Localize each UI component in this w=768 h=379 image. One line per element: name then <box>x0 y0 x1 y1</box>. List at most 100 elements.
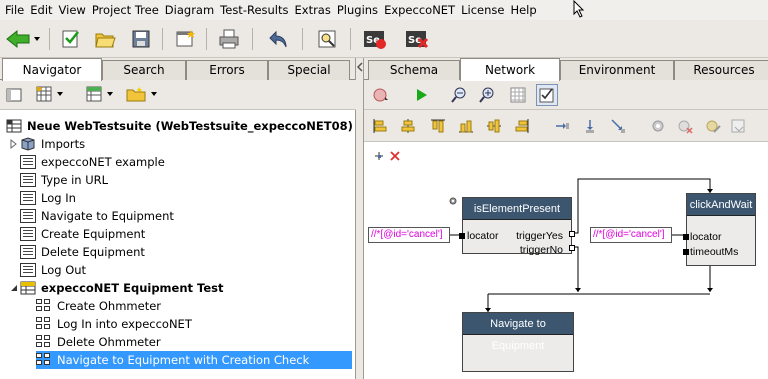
selenium-record-icon[interactable]: Se <box>362 26 388 52</box>
tree-item[interactable]: Log In into expeccoNET <box>36 315 192 333</box>
tree-item[interactable]: Create Equipment <box>20 225 145 243</box>
back-arrow-icon[interactable] <box>4 26 42 52</box>
menu-diagram[interactable]: Diagram <box>163 0 218 20</box>
align-top-icon[interactable] <box>430 118 446 134</box>
node-title: clickAndWait <box>687 194 755 216</box>
menu-file[interactable]: File <box>3 0 28 20</box>
find-icon[interactable] <box>314 26 340 52</box>
tree-item[interactable]: Imports <box>10 135 85 153</box>
tree-item-label: Imports <box>41 137 86 151</box>
align-center-icon[interactable] <box>400 118 416 134</box>
right-tab-bar: Schema Network Environment Resources <box>364 58 768 81</box>
menu-help[interactable]: Help <box>508 0 540 20</box>
tree-item[interactable]: Type in URL <box>20 171 108 189</box>
check-toggle-button[interactable] <box>536 84 558 106</box>
tree-item[interactable]: Delete Ohmmeter <box>36 333 161 351</box>
tab-navigator[interactable]: Navigator <box>2 58 102 81</box>
pin-timeout-ms[interactable]: timeoutMs <box>690 246 738 258</box>
stop-run-icon[interactable] <box>372 87 390 103</box>
run-icon[interactable] <box>414 87 430 103</box>
pin-trigger-no[interactable]: triggerNo <box>520 244 563 256</box>
tree-item-label: Delete Equipment <box>41 245 145 259</box>
tree-item[interactable]: Log In <box>20 189 76 207</box>
tree-item[interactable]: Navigate to Equipment <box>20 207 174 225</box>
locator-constant[interactable]: //*[@id='cancel'] <box>590 227 672 243</box>
new-window-icon[interactable] <box>172 26 198 52</box>
block-icon <box>36 353 52 367</box>
undo-icon[interactable] <box>266 26 292 52</box>
tree-item[interactable]: expeccoNET example <box>20 153 165 171</box>
tree-root[interactable]: Neue WebTestsuite (WebTestsuite_expeccoN… <box>6 117 353 135</box>
menu-edit[interactable]: Edit <box>28 0 56 20</box>
pin-locator[interactable]: locator <box>467 230 499 242</box>
menu-project-tree[interactable]: Project Tree <box>90 0 163 20</box>
panel-toggle-icon[interactable] <box>6 87 22 103</box>
zoom-out-icon[interactable] <box>450 86 468 104</box>
save-disk-icon[interactable] <box>128 26 154 52</box>
distribute-diagonal-icon[interactable] <box>610 118 626 134</box>
block-icon <box>36 335 52 349</box>
zoom-in-icon[interactable] <box>478 86 496 104</box>
folder-menu-icon[interactable] <box>126 86 160 102</box>
tree-item[interactable]: Delete Equipment <box>20 243 145 261</box>
tab-environment[interactable]: Environment <box>560 60 674 80</box>
menu-view[interactable]: View <box>57 0 90 20</box>
tab-search[interactable]: Search <box>102 60 186 80</box>
input-pin-icon[interactable] <box>683 249 689 255</box>
collapse-arrow-icon[interactable] <box>10 283 20 293</box>
grid-toggle-icon[interactable] <box>510 87 526 103</box>
editor-panel: Schema Network Environment Resources //*… <box>364 58 768 379</box>
selenium-stop-icon[interactable]: Se <box>404 26 430 52</box>
tab-resources[interactable]: Resources <box>674 60 768 80</box>
tab-errors[interactable]: Errors <box>186 60 268 80</box>
tree-item[interactable]: Create Ohmmeter <box>36 297 161 315</box>
output-pin-icon[interactable] <box>569 231 575 237</box>
output-pin-icon[interactable] <box>569 245 575 251</box>
menu-extras[interactable]: Extras <box>293 0 335 20</box>
block-icon <box>36 317 52 331</box>
node-click-and-wait[interactable]: clickAndWait locator timeoutMs <box>683 193 756 266</box>
tab-special[interactable]: Special <box>268 60 350 80</box>
menu-expecconet[interactable]: ExpeccoNET <box>382 0 459 20</box>
network-canvas[interactable]: //*[@id='cancel'] //*[@id='cancel'] isEl… <box>364 142 768 379</box>
grid-menu-icon[interactable] <box>36 86 66 102</box>
tree-item[interactable]: Log Out <box>20 261 86 279</box>
menu-test-results[interactable]: Test-Results <box>218 0 292 20</box>
testplan-menu-icon[interactable] <box>86 86 116 102</box>
menu-plugins[interactable]: Plugins <box>335 0 382 20</box>
open-folder-icon[interactable] <box>92 26 118 52</box>
delete-disabled-icon[interactable] <box>676 118 694 134</box>
tree-item[interactable]: expeccoNET Equipment Test <box>10 279 224 297</box>
tab-schema[interactable]: Schema <box>368 60 460 80</box>
distribute-vertical-icon[interactable] <box>582 118 598 134</box>
align-left-icon[interactable] <box>372 118 388 134</box>
tree-item-label: Create Equipment <box>41 227 146 241</box>
settings-disabled-icon[interactable] <box>650 118 668 134</box>
align-bottom-icon[interactable] <box>458 118 474 134</box>
locator-constant[interactable]: //*[@id='cancel'] <box>368 227 450 243</box>
checklist-icon[interactable] <box>58 26 84 52</box>
edit-disabled-icon[interactable] <box>704 118 722 134</box>
node-is-element-present[interactable]: isElementPresent locator triggerYes trig… <box>459 197 575 256</box>
tree-item-label: Log Out <box>41 263 87 277</box>
gear-icon[interactable] <box>448 196 458 206</box>
export-disabled-icon[interactable] <box>730 118 748 134</box>
pin-trigger-yes[interactable]: triggerYes <box>516 230 563 242</box>
align-right-icon[interactable] <box>514 118 530 134</box>
expand-arrow-icon[interactable] <box>10 139 20 149</box>
align-middle-icon[interactable] <box>486 118 502 134</box>
input-pin-icon[interactable] <box>683 234 689 240</box>
input-pin-icon[interactable] <box>459 233 465 239</box>
splitter-left-arrow-icon[interactable] <box>356 62 364 72</box>
pin-locator[interactable]: locator <box>690 231 722 243</box>
tab-network[interactable]: Network <box>460 58 560 81</box>
tree-item-selected[interactable]: Navigate to Equipment with Creation Chec… <box>36 351 352 369</box>
grid-icon <box>20 155 36 169</box>
node-navigate-to-equipment[interactable]: Navigate to Equipment <box>462 312 574 372</box>
menu-license[interactable]: License <box>459 0 508 20</box>
print-icon[interactable] <box>216 26 242 52</box>
network-toolbar <box>364 80 768 110</box>
grid-icon <box>20 173 36 187</box>
panel-splitter[interactable] <box>356 58 364 379</box>
distribute-horizontal-icon[interactable] <box>554 118 570 134</box>
